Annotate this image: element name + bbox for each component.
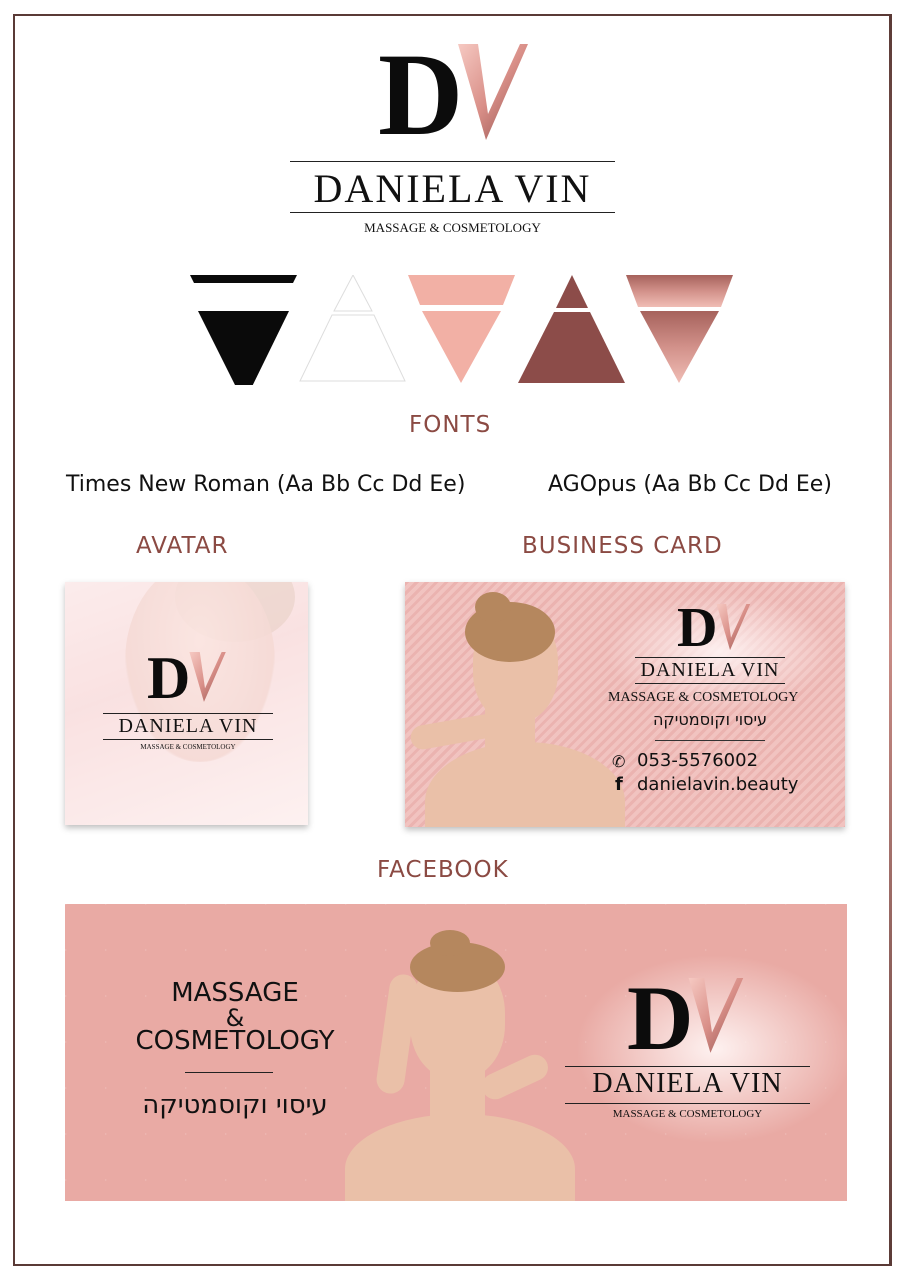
fb-brand-name: DANIELA VIN: [592, 1068, 783, 1099]
business-card: D DANIELA VIN MASSAGE & COSMETOLOGY עיסו…: [405, 582, 845, 827]
facebook-heading: FACEBOOK: [377, 857, 509, 883]
fb-monogram-v: [688, 978, 744, 1053]
bc-monogram-v: [716, 604, 751, 651]
bc-tagline: MASSAGE & COSMETOLOGY: [608, 690, 799, 705]
brand-tagline: MASSAGE & COSMETOLOGY: [364, 220, 541, 235]
font-secondary: AGOpus (Aa Bb Cc Dd Ee): [548, 472, 832, 497]
fb-bun: [430, 930, 470, 956]
avatar-rule-top: [103, 713, 273, 714]
fb-rule-top: [565, 1066, 810, 1067]
bc-hebrew: עיסוי וקוסמטיקה: [652, 710, 768, 729]
phone-icon: ✆: [612, 752, 626, 771]
avatar-heading: AVATAR: [136, 533, 229, 559]
bc-rule-top: [635, 657, 785, 658]
avatar-monogram-v: [189, 652, 226, 702]
bc-facebook: danielavin.beauty: [637, 774, 799, 795]
brand-name: DANIELA VIN: [313, 166, 592, 211]
color-palette: [190, 275, 733, 385]
logo-rule-bottom: [290, 212, 615, 213]
avatar-logo: D DANIELA VIN MASSAGE & COSMETOLOGY: [103, 648, 273, 760]
monogram-v: [458, 44, 528, 140]
facebook-cover: MASSAGE & COSMETOLOGY עיסוי וקוסמטיקה D …: [65, 904, 847, 1201]
swatch-brown: [518, 275, 625, 383]
fonts-heading: FONTS: [409, 412, 492, 438]
bc-rule-bottom: [635, 683, 785, 684]
bc-phone: 053-5576002: [637, 750, 759, 771]
avatar-image: D DANIELA VIN MASSAGE & COSMETOLOGY: [65, 582, 308, 825]
avatar-rule-bottom: [103, 739, 273, 740]
business-card-heading: BUSINESS CARD: [522, 533, 723, 559]
swatch-white: [299, 275, 406, 382]
fb-logo: D DANIELA VIN MASSAGE & COSMETOLOGY: [565, 972, 810, 1124]
bc-divider: [655, 740, 765, 741]
swatch-black: [190, 275, 297, 385]
business-card-logo: D DANIELA VIN: [605, 600, 825, 692]
fb-hebrew: עיסוי וקוסמטיקה: [142, 1090, 328, 1120]
fb-tagline: MASSAGE & COSMETOLOGY: [612, 1108, 763, 1120]
main-logo: D DANIELA VIN MASSAGE & COSMETOLOGY: [290, 36, 615, 240]
fb-divider: [185, 1072, 273, 1073]
logo-rule-top: [290, 161, 615, 162]
font-primary: Times New Roman (Aa Bb Cc Dd Ee): [66, 472, 466, 497]
bc-brand-name: DANIELA VIN: [640, 659, 780, 681]
avatar-tagline: MASSAGE & COSMETOLOGY: [140, 743, 236, 751]
fb-rule-bottom: [565, 1103, 810, 1104]
facebook-icon: f: [615, 774, 623, 795]
avatar-brand-name: DANIELA VIN: [118, 715, 258, 737]
frame-gradient-edge: [889, 14, 892, 1266]
fb-line3: COSMETOLOGY: [135, 1026, 335, 1056]
business-card-bun: [475, 592, 511, 622]
swatch-pink: [408, 275, 515, 383]
swatch-rose-gradient: [626, 275, 733, 383]
